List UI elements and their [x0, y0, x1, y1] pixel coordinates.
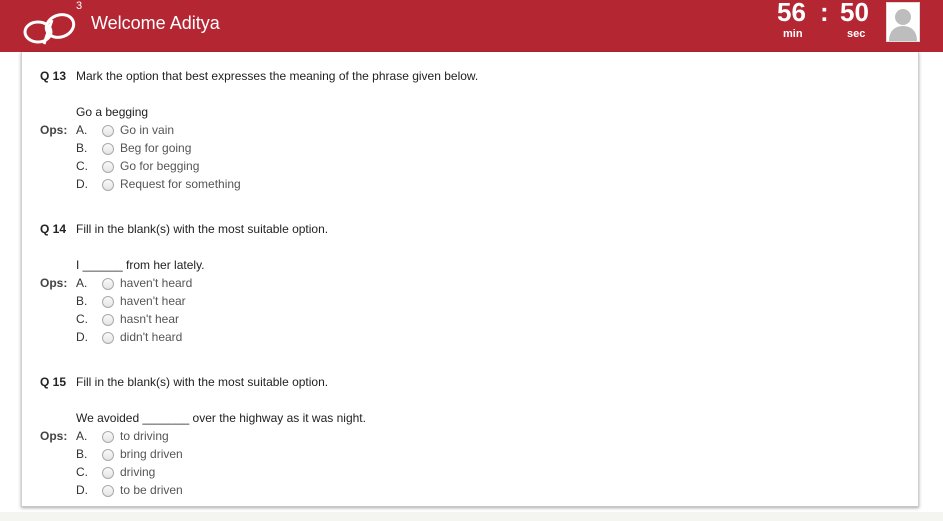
ops-label: Ops:	[40, 429, 68, 443]
timer-seconds: 50	[840, 0, 869, 27]
option-letter: A.	[76, 123, 88, 137]
question-phrase: Go a begging	[76, 105, 149, 119]
option-radio[interactable]	[102, 431, 114, 443]
timer-separator: :	[820, 0, 829, 27]
timer-minutes: 56	[777, 0, 806, 27]
bottom-strip	[0, 512, 943, 521]
question-text: Mark the option that best expresses the …	[76, 69, 479, 83]
question-13: Q 13 Mark the option that best expresses…	[40, 67, 900, 197]
option-radio[interactable]	[102, 179, 114, 191]
option-text[interactable]: bring driven	[120, 445, 183, 463]
option-letter: A.	[76, 429, 88, 443]
option-text[interactable]: hasn't hear	[120, 310, 179, 328]
option-text[interactable]: to driving	[120, 427, 169, 445]
option-radio[interactable]	[102, 125, 114, 137]
logo-superscript: 3	[76, 0, 83, 12]
ops-label: Ops:	[40, 276, 68, 290]
question-14: Q 14 Fill in the blank(s) with the most …	[40, 220, 900, 350]
option-letter: A.	[76, 276, 88, 290]
option-text[interactable]: to be driven	[120, 481, 183, 499]
option-letter: C.	[76, 312, 88, 326]
question-number: Q 15	[40, 375, 67, 389]
option-letter: D.	[76, 177, 88, 191]
question-text: Fill in the blank(s) with the most suita…	[76, 222, 329, 236]
brand-logo: 3	[22, 0, 84, 46]
countdown-timer: 56 : 50 min sec	[776, 0, 876, 49]
welcome-text: Welcome Aditya	[91, 13, 220, 33]
question-text: Fill in the blank(s) with the most suita…	[76, 375, 329, 389]
option-text[interactable]: haven't hear	[120, 292, 186, 310]
option-text[interactable]: driving	[120, 463, 155, 481]
option-text[interactable]: didn't heard	[120, 328, 182, 346]
option-letter: B.	[76, 294, 88, 308]
option-radio[interactable]	[102, 296, 114, 308]
question-phrase: We avoided _______ over the highway as i…	[76, 411, 366, 425]
option-radio[interactable]	[102, 161, 114, 173]
question-phrase: I ______ from her lately.	[76, 258, 205, 272]
option-radio[interactable]	[102, 467, 114, 479]
option-radio[interactable]	[102, 314, 114, 326]
option-letter: B.	[76, 447, 88, 461]
option-letter: D.	[76, 330, 88, 344]
option-letter: C.	[76, 159, 88, 173]
timer-min-label: min	[783, 28, 803, 40]
option-text[interactable]: Beg for going	[120, 139, 191, 157]
option-radio[interactable]	[102, 332, 114, 344]
option-letter: B.	[76, 141, 88, 155]
user-silhouette-icon	[887, 3, 919, 41]
option-text[interactable]: Request for something	[120, 175, 241, 193]
option-letter: D.	[76, 483, 88, 497]
question-number: Q 13	[40, 69, 67, 83]
ops-label: Ops:	[40, 123, 68, 137]
question-panel: Q 13 Mark the option that best expresses…	[21, 52, 919, 507]
option-text[interactable]: Go for begging	[120, 157, 199, 175]
top-header: 3 Welcome Aditya 56 : 50 min sec	[0, 0, 943, 52]
option-text[interactable]: Go in vain	[120, 121, 174, 139]
option-letter: C.	[76, 465, 88, 479]
option-radio[interactable]	[102, 449, 114, 461]
option-radio[interactable]	[102, 143, 114, 155]
timer-sec-label: sec	[847, 28, 866, 40]
option-radio[interactable]	[102, 278, 114, 290]
user-avatar[interactable]	[886, 2, 920, 42]
option-text[interactable]: haven't heard	[120, 274, 192, 292]
option-radio[interactable]	[102, 485, 114, 497]
question-15: Q 15 Fill in the blank(s) with the most …	[40, 373, 900, 503]
question-number: Q 14	[40, 222, 67, 236]
